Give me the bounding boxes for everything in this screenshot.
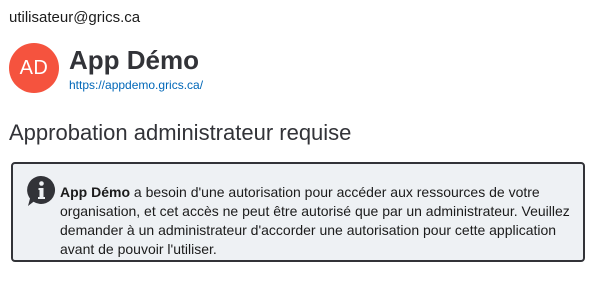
info-icon xyxy=(25,174,57,208)
app-info: App Démo https://appdemo.grics.ca/ xyxy=(69,45,203,92)
admin-consent-message: App Démo a besoin d'une autorisation pou… xyxy=(11,162,585,262)
app-avatar: AD xyxy=(9,43,59,93)
app-name: App Démo xyxy=(69,45,199,75)
app-header: AD App Démo https://appdemo.grics.ca/ xyxy=(9,43,203,93)
message-text: App Démo a besoin d'une autorisation pou… xyxy=(60,183,571,259)
app-url-link[interactable]: https://appdemo.grics.ca/ xyxy=(69,78,203,92)
page-title: Approbation administrateur requise xyxy=(9,120,352,145)
message-app-name: App Démo xyxy=(60,184,130,200)
account-email: utilisateur@grics.ca xyxy=(9,9,141,26)
message-body: a besoin d'une autorisation pour accéder… xyxy=(60,184,570,257)
